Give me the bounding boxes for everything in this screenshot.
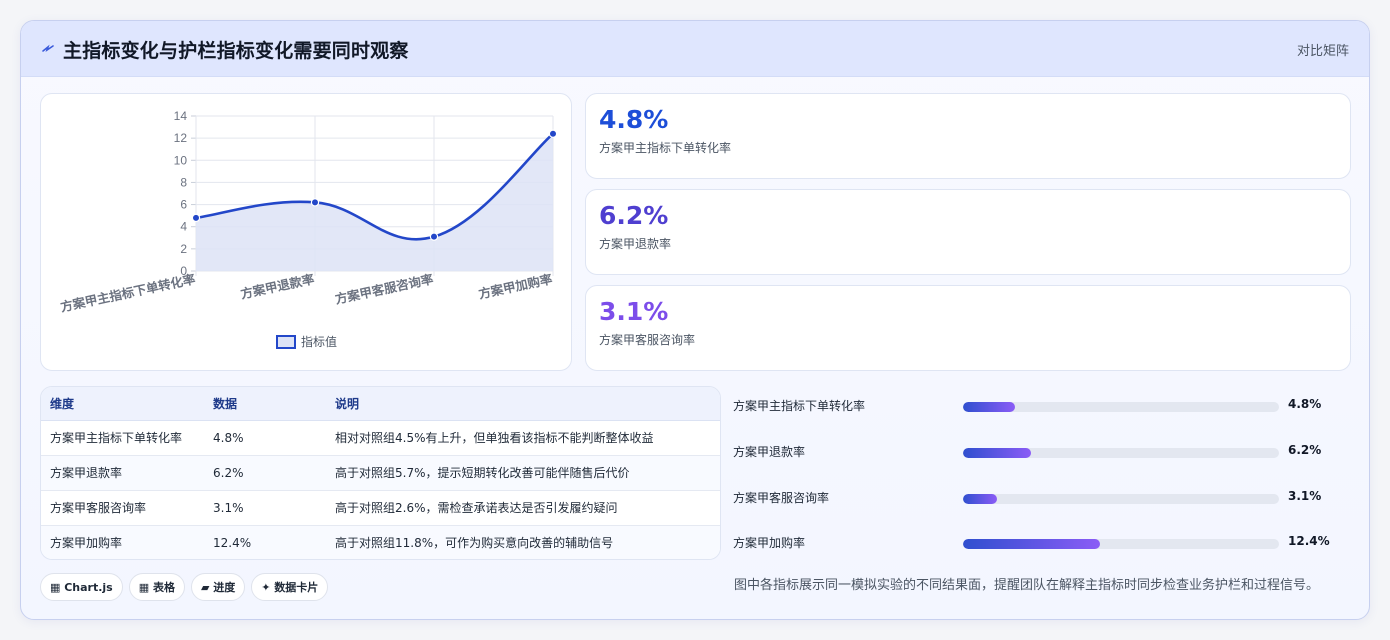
progress-row: 方案甲加购率 12.4% [733, 532, 1353, 552]
x-tick-label: 方案甲加购率 [477, 271, 554, 301]
progress-label: 方案甲客服咨询率 [733, 491, 830, 505]
progress-fill [963, 402, 1016, 412]
kpi-label: 方案甲主指标下单转化率 [599, 141, 732, 155]
progress-value: 3.1% [1288, 489, 1322, 503]
progress-label: 方案甲主指标下单转化率 [733, 399, 866, 413]
table-cell: 3.1% [204, 490, 326, 526]
y-tick-label: 10 [174, 153, 188, 167]
data-point [429, 232, 439, 241]
progress-fill [963, 494, 997, 504]
table-cell: 方案甲加购率 [41, 525, 204, 559]
kpi-label: 方案甲退款率 [599, 237, 672, 251]
y-tick-label: 8 [180, 175, 187, 189]
data-table-card: 维度 数据 说明 方案甲主指标下单转化率 4.8% 相对对照组4.5%有上升，但… [40, 386, 721, 560]
y-tick-label: 12 [174, 131, 188, 145]
line-chart-card: 0 2 4 6 8 10 12 14 方案甲主指标下单转化率 方案甲退款率 方案甲客服咨询率 方案甲加… [40, 93, 572, 371]
table-cell: 方案甲客服咨询率 [41, 490, 204, 526]
y-tick-label: 4 [180, 220, 187, 234]
panel-header: 主指标变化与护栏指标变化需要同时观察 对比矩阵 [21, 21, 1369, 77]
tech-chips: ▦ Chart.js ▦ 表格 ▰ 进度 ✦ 数据卡片 [40, 573, 334, 601]
page-title: 主指标变化与护栏指标变化需要同时观察 [63, 40, 409, 62]
progress-label: 方案甲加购率 [733, 536, 806, 550]
y-tick-label: 2 [180, 242, 187, 256]
chip-progress[interactable]: ▰ 进度 [190, 573, 246, 601]
x-tick-label: 方案甲退款率 [239, 271, 316, 301]
table-cell: 4.8% [204, 420, 326, 456]
progress-row: 方案甲客服咨询率 3.1% [733, 487, 1353, 507]
kpi-value: 6.2% [599, 201, 669, 230]
progress-value: 6.2% [1288, 443, 1322, 457]
lightning-icon [42, 44, 54, 52]
chip-data-card[interactable]: ✦ 数据卡片 [251, 573, 329, 601]
table-cell: 高于对照组5.7%，提示短期转化改善可能伴随售后代价 [326, 455, 720, 491]
footnote: 图中各指标展示同一模拟实验的不同结果面，提醒团队在解释主指标时同步检查业务护栏和… [734, 578, 1320, 593]
kpi-label: 方案甲客服咨询率 [599, 333, 696, 347]
progress-label: 方案甲退款率 [733, 445, 806, 459]
progress-row: 方案甲退款率 6.2% [733, 441, 1353, 461]
progress-list: 方案甲主指标下单转化率 4.8% 方案甲退款率 6.2% 方案甲客服咨询率 3.… [733, 386, 1353, 556]
progress-fill [963, 539, 1101, 549]
column-header: 说明 [326, 387, 720, 421]
matrix-tag[interactable]: 对比矩阵 [1297, 40, 1349, 59]
table-header-row: 维度 数据 说明 [41, 387, 720, 421]
data-point [548, 129, 558, 138]
comparison-panel: 主指标变化与护栏指标变化需要同时观察 对比矩阵 0 2 4 6 8 10 12 14 方案甲主指… [20, 20, 1370, 620]
x-tick-label: 方案甲客服咨询率 [334, 271, 435, 307]
kpi-card: 3.1% 方案甲客服咨询率 [585, 285, 1351, 371]
table-row: 方案甲主指标下单转化率 4.8% 相对对照组4.5%有上升，但单独看该指标不能判… [41, 420, 720, 456]
table-row: 方案甲客服咨询率 3.1% 高于对照组2.6%，需检查承诺表达是否引发履约疑问 [41, 490, 720, 526]
kpi-value: 4.8% [599, 105, 669, 134]
progress-value: 4.8% [1288, 397, 1322, 411]
table-cell: 6.2% [204, 455, 326, 491]
progress-fill [963, 448, 1031, 458]
table-cell: 高于对照组2.6%，需检查承诺表达是否引发履约疑问 [326, 490, 720, 526]
line-chart: 02468101214方案甲主指标下单转化率 方案甲退款率 方案甲客服咨询率 方案甲加… [59, 109, 558, 349]
data-table: 维度 数据 说明 方案甲主指标下单转化率 4.8% 相对对照组4.5%有上升，但… [41, 387, 720, 559]
progress-row: 方案甲主指标下单转化率 4.8% [733, 395, 1353, 415]
legend-swatch [276, 335, 296, 349]
progress-track [963, 539, 1279, 549]
kpi-value: 3.1% [599, 297, 669, 326]
x-tick-label: 方案甲主指标下单转化率 [59, 271, 197, 314]
data-point [191, 213, 201, 223]
table-cell: 相对对照组4.5%有上升，但单独看该指标不能判断整体收益 [326, 420, 720, 456]
table-cell: 12.4% [204, 525, 326, 559]
table-cell: 高于对照组11.8%，可作为购买意向改善的辅助信号 [326, 525, 720, 559]
chip-chartjs[interactable]: ▦ Chart.js [40, 573, 123, 601]
data-point [310, 198, 320, 207]
table-row: 方案甲退款率 6.2% 高于对照组5.7%，提示短期转化改善可能伴随售后代价 [41, 455, 720, 491]
legend-label: 指标值 [301, 334, 337, 349]
kpi-card: 6.2% 方案甲退款率 [585, 189, 1351, 275]
progress-track [963, 402, 1279, 412]
progress-value: 12.4% [1288, 534, 1330, 548]
chip-table[interactable]: ▦ 表格 [128, 573, 185, 601]
kpi-card: 4.8% 方案甲主指标下单转化率 [585, 93, 1351, 179]
table-row: 方案甲加购率 12.4% 高于对照组11.8%，可作为购买意向改善的辅助信号 [41, 525, 720, 559]
y-tick-label: 6 [180, 198, 187, 212]
table-cell: 方案甲主指标下单转化率 [41, 420, 204, 456]
y-tick-label: 14 [174, 109, 188, 123]
column-header: 维度 [41, 387, 204, 421]
progress-track [963, 448, 1279, 458]
column-header: 数据 [204, 387, 326, 421]
table-cell: 方案甲退款率 [41, 455, 204, 491]
series-area [196, 133, 553, 271]
progress-track [963, 494, 1279, 504]
